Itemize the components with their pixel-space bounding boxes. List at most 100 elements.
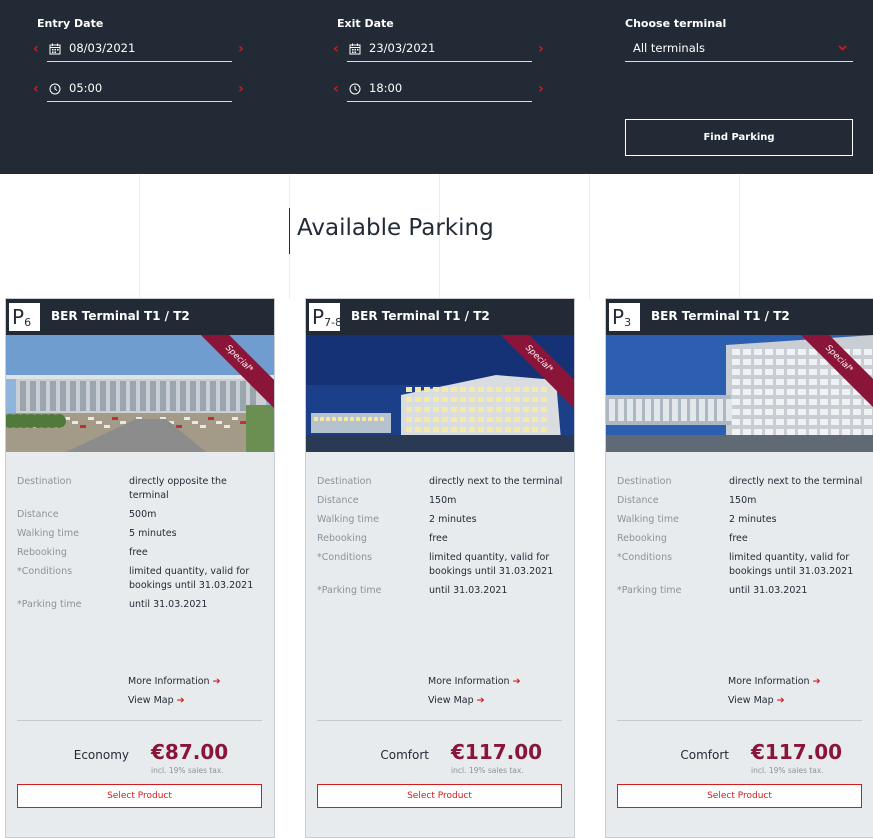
detail-row-parking-time: *Parking time until 31.03.2021 xyxy=(317,584,567,598)
parking-card: P7-8 BER Terminal T1 / T2 Special* Desti… xyxy=(305,298,575,838)
terminal-select-value: All terminals xyxy=(633,41,705,55)
entry-date-prev-chevron-left-icon[interactable]: ‹ xyxy=(33,42,39,56)
more-information-link[interactable]: More Information ➔ xyxy=(428,676,521,687)
distance-label: Distance xyxy=(17,509,59,520)
walking-time-label: Walking time xyxy=(317,514,379,525)
detail-row-distance: Distance 500m xyxy=(17,508,267,522)
entry-time-prev-chevron-left-icon[interactable]: ‹ xyxy=(33,82,39,96)
exit-time-input[interactable]: 18:00 xyxy=(347,78,532,102)
card-divider xyxy=(17,720,262,721)
conditions-value: limited quantity, valid for bookings unt… xyxy=(729,552,854,577)
arrow-right-icon: ➔ xyxy=(812,676,821,687)
entry-time-value: 05:00 xyxy=(69,81,103,95)
arrow-right-icon: ➔ xyxy=(212,676,221,687)
parking-photo: Special* xyxy=(606,335,873,452)
parking-lot-badge: P7-8 xyxy=(309,303,343,331)
parking-photo: Special* xyxy=(6,335,274,452)
detail-row-walking-time: Walking time 2 minutes xyxy=(617,513,867,527)
rebooking-label: Rebooking xyxy=(17,547,67,558)
view-map-link[interactable]: View Map ➔ xyxy=(428,695,485,706)
parking-details: Destination directly opposite the termina… xyxy=(17,475,267,617)
detail-row-distance: Distance 150m xyxy=(317,494,567,508)
distance-value: 500m xyxy=(129,509,157,520)
product-price: €117.00 xyxy=(451,740,543,764)
calendar-icon xyxy=(349,43,361,55)
product-tier: Comfort xyxy=(380,748,429,762)
select-product-button[interactable]: Select Product xyxy=(317,784,562,808)
destination-label: Destination xyxy=(317,476,372,487)
arrow-right-icon: ➔ xyxy=(476,695,485,706)
grid-line xyxy=(739,174,740,299)
conditions-label: *Conditions xyxy=(617,552,673,563)
calendar-icon xyxy=(49,43,61,55)
detail-row-walking-time: Walking time 5 minutes xyxy=(17,527,267,541)
distance-label: Distance xyxy=(617,495,659,506)
parking-time-value: until 31.03.2021 xyxy=(129,599,208,610)
parking-time-label: *Parking time xyxy=(317,585,382,596)
view-map-link[interactable]: View Map ➔ xyxy=(728,695,785,706)
view-map-link[interactable]: View Map ➔ xyxy=(128,695,185,706)
view-map-label: View Map xyxy=(128,695,174,706)
card-divider xyxy=(617,720,862,721)
detail-row-rebooking: Rebooking free xyxy=(17,546,267,560)
conditions-value: limited quantity, valid for bookings unt… xyxy=(129,566,254,591)
sales-tax-note: incl. 19% sales tax. xyxy=(451,766,524,775)
destination-value: directly next to the terminal xyxy=(729,476,863,487)
detail-row-destination: Destination directly next to the terminal xyxy=(317,475,567,489)
exit-date-next-chevron-right-icon[interactable]: › xyxy=(538,42,544,56)
exit-date-prev-chevron-left-icon[interactable]: ‹ xyxy=(333,42,339,56)
parking-name: BER Terminal T1 / T2 xyxy=(351,309,490,323)
parking-search-panel: Entry Date ‹ 08/03/2021 › ‹ 05:00 › Exit… xyxy=(0,0,873,174)
walking-time-label: Walking time xyxy=(17,528,79,539)
detail-row-parking-time: *Parking time until 31.03.2021 xyxy=(617,584,867,598)
sales-tax-note: incl. 19% sales tax. xyxy=(751,766,824,775)
entry-time-next-chevron-right-icon[interactable]: › xyxy=(238,82,244,96)
terminal-select[interactable]: All terminals xyxy=(625,38,853,62)
exit-time-prev-chevron-left-icon[interactable]: ‹ xyxy=(333,82,339,96)
conditions-value: limited quantity, valid for bookings unt… xyxy=(429,552,554,577)
parking-lot-badge: P3 xyxy=(609,303,640,331)
product-tier: Comfort xyxy=(680,748,729,762)
distance-label: Distance xyxy=(317,495,359,506)
more-information-label: More Information xyxy=(728,676,810,687)
find-parking-button[interactable]: Find Parking xyxy=(625,119,853,156)
parking-card: P6 BER Terminal T1 / T2 Special* Destina… xyxy=(5,298,275,838)
section-title: Available Parking xyxy=(289,208,494,254)
view-map-label: View Map xyxy=(728,695,774,706)
rebooking-value: free xyxy=(129,547,148,558)
parking-time-value: until 31.03.2021 xyxy=(429,585,508,596)
parking-time-value: until 31.03.2021 xyxy=(729,585,808,596)
select-product-button[interactable]: Select Product xyxy=(617,784,862,808)
detail-row-parking-time: *Parking time until 31.03.2021 xyxy=(17,598,267,612)
rebooking-label: Rebooking xyxy=(317,533,367,544)
exit-time-next-chevron-right-icon[interactable]: › xyxy=(538,82,544,96)
badge-number: 7-8 xyxy=(324,316,343,329)
exit-date-label: Exit Date xyxy=(337,17,394,30)
detail-row-walking-time: Walking time 2 minutes xyxy=(317,513,567,527)
more-information-link[interactable]: More Information ➔ xyxy=(728,676,821,687)
select-product-button[interactable]: Select Product xyxy=(17,784,262,808)
product-price: €117.00 xyxy=(751,740,843,764)
exit-date-input[interactable]: 23/03/2021 xyxy=(347,38,532,62)
entry-time-input[interactable]: 05:00 xyxy=(47,78,232,102)
arrow-right-icon: ➔ xyxy=(512,676,521,687)
entry-date-next-chevron-right-icon[interactable]: › xyxy=(238,42,244,56)
more-information-link[interactable]: More Information ➔ xyxy=(128,676,221,687)
grid-line xyxy=(139,174,140,299)
rebooking-value: free xyxy=(429,533,448,544)
terminal-label: Choose terminal xyxy=(625,17,727,30)
detail-row-destination: Destination directly opposite the termina… xyxy=(17,475,267,503)
sales-tax-note: incl. 19% sales tax. xyxy=(151,766,224,775)
entry-date-label: Entry Date xyxy=(37,17,104,30)
conditions-label: *Conditions xyxy=(17,566,73,577)
destination-value: directly opposite the terminal xyxy=(129,476,227,501)
exit-date-value: 23/03/2021 xyxy=(369,41,436,55)
entry-date-input[interactable]: 08/03/2021 xyxy=(47,38,232,62)
exit-time-value: 18:00 xyxy=(369,81,403,95)
parking-card: P3 BER Terminal T1 / T2 Special* Destina… xyxy=(605,298,873,838)
view-map-label: View Map xyxy=(428,695,474,706)
badge-letter: P xyxy=(312,305,325,329)
badge-letter: P xyxy=(12,305,25,329)
conditions-label: *Conditions xyxy=(317,552,373,563)
rebooking-label: Rebooking xyxy=(617,533,667,544)
